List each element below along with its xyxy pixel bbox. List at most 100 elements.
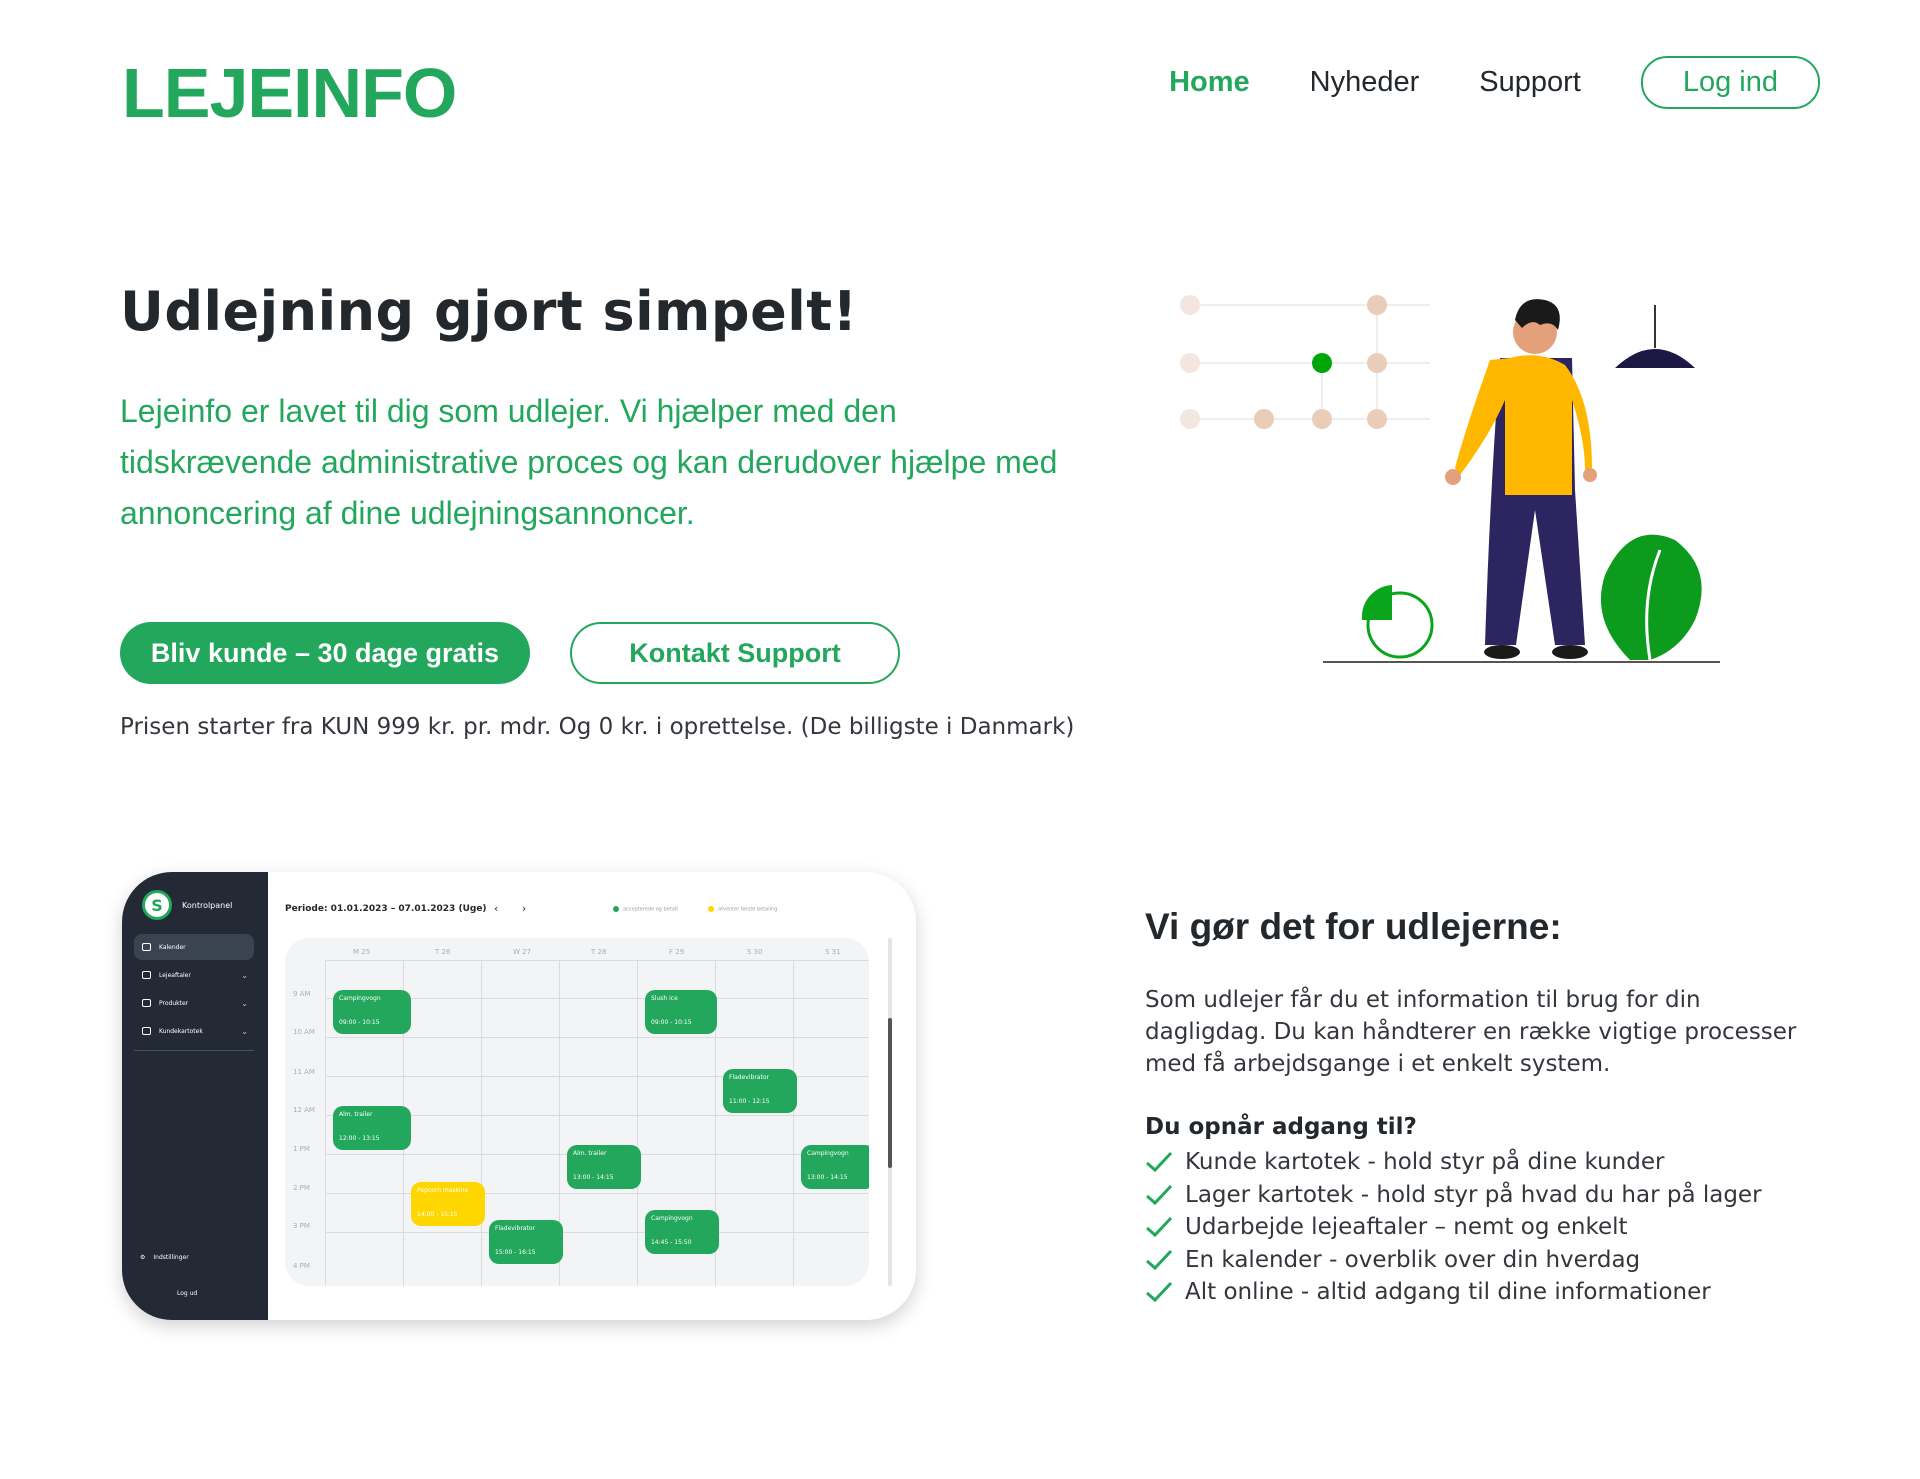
cal-gridline	[793, 960, 794, 1286]
chevron-down-icon: ⌄	[241, 970, 248, 980]
checkmark-icon	[1146, 1249, 1173, 1270]
home-icon	[142, 971, 151, 979]
event-time: 09:00 - 10:15	[651, 1019, 692, 1026]
event-time: 09:00 - 10:15	[339, 1019, 380, 1026]
nav-nyheder[interactable]: Nyheder	[1310, 66, 1420, 99]
features-list: Kunde kartotek - hold styr på dine kunde…	[1145, 1146, 1762, 1309]
features-title: Vi gør det for udlejerne:	[1145, 906, 1562, 947]
mock-calendar: M 25 T 26 W 27 T 28 F 29 S 30 S 31 9 AM …	[285, 938, 869, 1286]
contact-support-button[interactable]: Kontakt Support	[570, 622, 900, 684]
dashboard-mockup: S Kontrolpanel Kalender Lejeaftaler ⌄ Pr…	[122, 872, 916, 1320]
mock-sidebar-item-lejeaftaler[interactable]: Lejeaftaler ⌄	[134, 962, 254, 988]
calendar-event[interactable]: Popcorn maskine 14:00 - 15:15	[411, 1182, 485, 1226]
cal-time-label: 2 PM	[293, 1184, 310, 1192]
chevron-down-icon: ⌄	[241, 998, 248, 1008]
list-item: Udarbejde lejeaftaler – nemt og enkelt	[1145, 1211, 1762, 1244]
nav-home[interactable]: Home	[1169, 66, 1250, 99]
lamp-graphic	[1615, 305, 1695, 368]
mock-sidebar-label: Produkter	[159, 999, 189, 1007]
mock-logout-link[interactable]: Log ud	[177, 1290, 197, 1297]
cal-day-header: T 26	[435, 948, 451, 956]
cal-gridline	[325, 1193, 869, 1194]
event-time: 11:00 - 12:15	[729, 1098, 770, 1105]
list-item: En kalender - overblik over din hverdag	[1145, 1244, 1762, 1277]
event-time: 14:45 - 15:50	[651, 1239, 692, 1246]
mock-period-nav[interactable]: ‹ ›	[494, 902, 536, 915]
calendar-event[interactable]: Alm. trailer 13:00 - 14:15	[567, 1145, 641, 1189]
price-note: Prisen starter fra KUN 999 kr. pr. mdr. …	[120, 714, 1075, 740]
cal-time-label: 12 AM	[293, 1106, 315, 1114]
calendar-event[interactable]: Alm. trailer 12:00 - 13:15	[333, 1106, 411, 1150]
mock-sidebar-item-produkter[interactable]: Produkter ⌄	[134, 990, 254, 1016]
mock-legend: accepterede og betalt afventer første be…	[613, 906, 777, 913]
mock-settings-label: Indstillinger	[153, 1254, 189, 1261]
checkmark-icon	[1146, 1184, 1173, 1205]
cal-day-header: W 27	[513, 948, 532, 956]
cal-gridline	[325, 1232, 869, 1233]
nav-support[interactable]: Support	[1479, 66, 1581, 99]
mock-sidebar-item-kundekartotek[interactable]: Kundekartotek ⌄	[134, 1018, 254, 1044]
list-icon	[142, 999, 151, 1007]
site-logo[interactable]: LEJEINFO	[122, 58, 457, 128]
event-title: Alm. trailer	[339, 1111, 373, 1118]
list-item: Lager kartotek - hold styr på hvad du ha…	[1145, 1179, 1762, 1212]
calendar-event[interactable]: Campingvogn 14:45 - 15:50	[645, 1210, 719, 1254]
event-time: 13:00 - 14:15	[573, 1174, 614, 1181]
main-nav: Home Nyheder Support Log ind	[1169, 56, 1820, 109]
mock-periode: Periode: 01.01.2023 – 07.01.2023 (Uge)	[285, 904, 487, 914]
hero-illustration	[1180, 295, 1720, 663]
cal-time-label: 1 PM	[293, 1145, 310, 1153]
event-title: Popcorn maskine	[417, 1187, 469, 1194]
cal-gridline	[325, 1037, 869, 1038]
mock-brand: S Kontrolpanel	[142, 890, 232, 920]
feature-label: Alt online - altid adgang til dine infor…	[1185, 1279, 1711, 1306]
cal-day-header: S 30	[747, 948, 763, 956]
feature-label: Kunde kartotek - hold styr på dine kunde…	[1185, 1149, 1665, 1176]
cal-day-header: S 31	[825, 948, 841, 956]
checkmark-icon	[1146, 1282, 1173, 1303]
mock-logo-icon: S	[142, 890, 172, 920]
event-time: 15:00 - 16:15	[495, 1249, 536, 1256]
login-button[interactable]: Log ind	[1640, 56, 1820, 109]
features-text: Som udlejer får du et information til br…	[1145, 987, 1797, 1077]
mock-main: Periode: 01.01.2023 – 07.01.2023 (Uge) ‹…	[268, 872, 916, 1320]
mock-sidebar-item-kalender[interactable]: Kalender	[134, 934, 254, 960]
legend-item-pending: afventer første betaling	[708, 906, 777, 913]
mock-settings-link[interactable]: ⚙ Indstillinger	[140, 1254, 189, 1261]
mock-brand-label: Kontrolpanel	[182, 900, 233, 910]
person-figure	[1445, 299, 1597, 659]
cal-time-label: 4 PM	[293, 1262, 310, 1270]
calendar-event[interactable]: Campingvogn 09:00 - 10:15	[333, 990, 411, 1034]
calendar-event[interactable]: Campingvogn 13:00 - 14:15	[801, 1145, 869, 1189]
signup-button[interactable]: Bliv kunde – 30 dage gratis	[120, 622, 530, 684]
mock-sidebar: S Kontrolpanel Kalender Lejeaftaler ⌄ Pr…	[122, 872, 268, 1320]
legend-dot-icon	[613, 906, 619, 912]
plant-graphic	[1600, 534, 1702, 661]
legend-dot-icon	[708, 906, 715, 912]
legend-label: afventer første betaling	[718, 906, 778, 913]
event-time: 12:00 - 13:15	[339, 1135, 380, 1142]
contacts-icon	[142, 1027, 151, 1035]
calendar-event[interactable]: Fladevibrator 15:00 - 16:15	[489, 1220, 563, 1264]
mock-sidebar-label: Lejeaftaler	[159, 971, 191, 979]
gear-icon: ⚙	[140, 1254, 146, 1261]
cal-day-header: M 25	[353, 948, 371, 956]
event-title: Slush ice	[651, 995, 678, 1002]
list-item: Kunde kartotek - hold styr på dine kunde…	[1145, 1146, 1762, 1179]
event-title: Campingvogn	[651, 1215, 693, 1222]
calendar-event[interactable]: Fladevibrator 11:00 - 12:15	[723, 1069, 797, 1113]
checkmark-icon	[1146, 1217, 1173, 1238]
calendar-scrollbar[interactable]	[888, 938, 892, 1286]
cal-day-header: T 28	[591, 948, 607, 956]
cal-time-label: 10 AM	[293, 1028, 315, 1036]
mock-sidebar-divider	[134, 1050, 254, 1051]
cal-day-header: F 29	[669, 948, 685, 956]
feature-label: Lager kartotek - hold styr på hvad du ha…	[1185, 1181, 1762, 1208]
chevron-down-icon: ⌄	[241, 1026, 248, 1036]
cal-gridline	[481, 960, 482, 1286]
feature-label: Udarbejde lejeaftaler – nemt og enkelt	[1185, 1214, 1628, 1241]
hero-title: Udlejning gjort simpelt!	[120, 280, 858, 343]
calendar-event[interactable]: Slush ice 09:00 - 10:15	[645, 990, 717, 1034]
scrollbar-thumb[interactable]	[888, 1018, 892, 1168]
event-title: Fladevibrator	[729, 1074, 769, 1081]
